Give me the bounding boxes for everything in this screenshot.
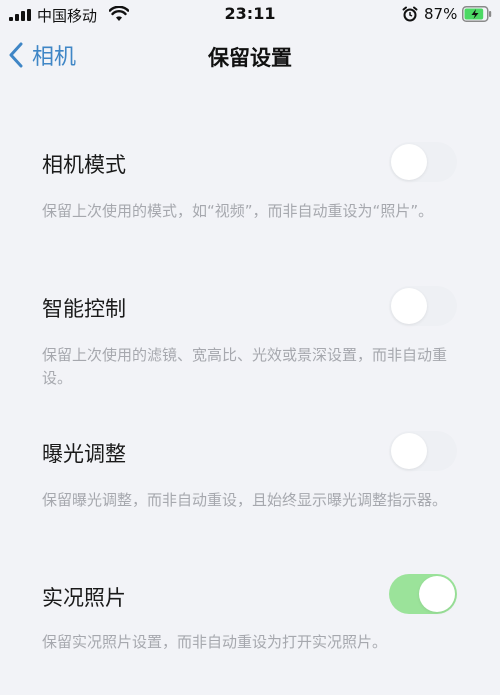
setting-description: 保留曝光调整，而非自动重设，且始终显示曝光调整指示器。	[42, 491, 448, 509]
setting-label: 相机模式	[42, 153, 126, 177]
live-photo-toggle[interactable]	[389, 574, 457, 614]
status-bar: 中国移动 23:11 87%	[0, 0, 500, 30]
battery-percent: 87%	[424, 5, 458, 23]
setting-label: 实况照片	[42, 586, 126, 610]
toggle-knob	[391, 288, 427, 324]
setting-label: 智能控制	[42, 297, 126, 321]
setting-description: 保留实况照片设置，而非自动重设为打开实况照片。	[42, 633, 388, 651]
toggle-knob	[391, 144, 427, 180]
setting-description: 保留上次使用的模式，如“视频”，而非自动重设为“照片”。	[42, 202, 434, 220]
alarm-icon	[402, 6, 418, 22]
setting-label: 曝光调整	[42, 442, 126, 466]
toggle-knob	[419, 576, 455, 612]
page-title: 保留设置	[208, 46, 292, 70]
smart-controls-toggle[interactable]	[389, 286, 457, 326]
battery-icon	[462, 6, 492, 22]
setting-description: 保留上次使用的滤镜、宽高比、光效或景深设置，而非自动重设。	[42, 346, 448, 387]
navigation-bar: 相机 保留设置	[0, 30, 500, 82]
exposure-adjustment-toggle[interactable]	[389, 431, 457, 471]
camera-preserve-settings-screen: 中国移动 23:11 87% 相机 保留设置 相机模式 保留上次使用的模式，如“…	[0, 0, 500, 695]
toggle-knob	[391, 433, 427, 469]
camera-mode-toggle[interactable]	[389, 142, 457, 182]
